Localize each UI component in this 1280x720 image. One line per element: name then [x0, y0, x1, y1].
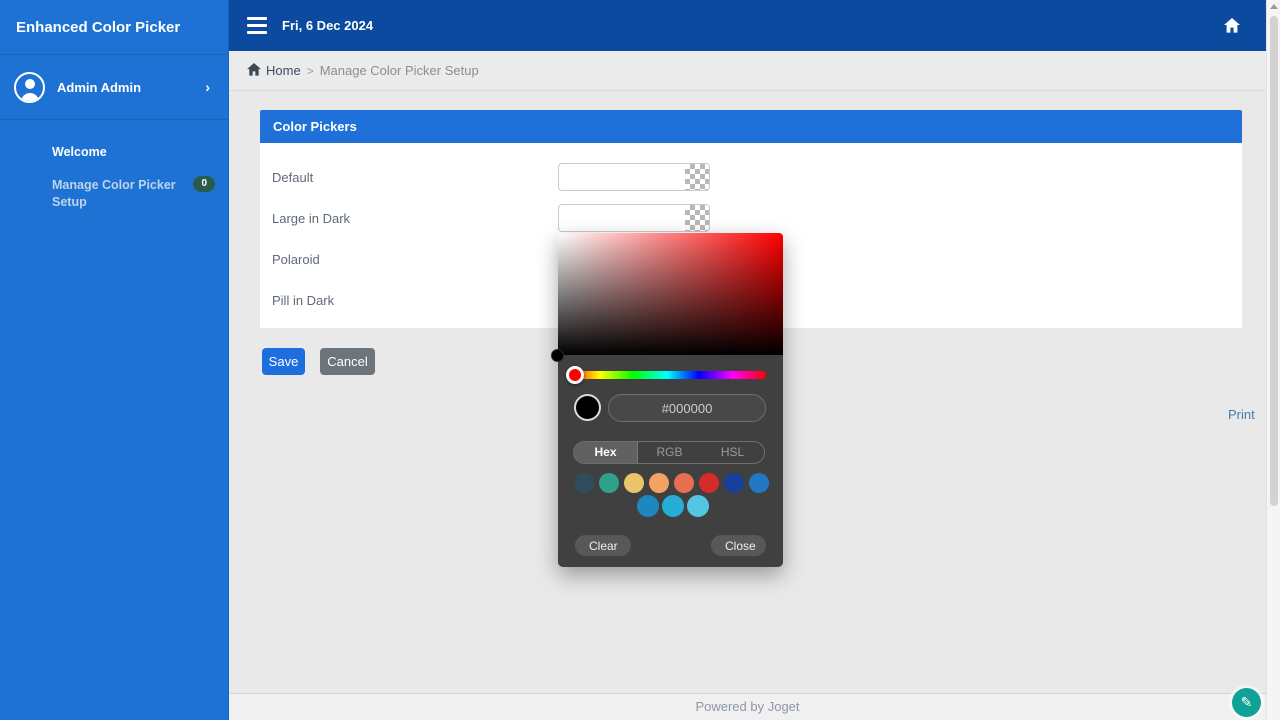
color-swatch[interactable] [662, 495, 684, 517]
color-swatch[interactable] [637, 495, 659, 517]
swatch-row [574, 473, 769, 493]
tab-rgb[interactable]: RGB [638, 442, 701, 463]
powered-by-text: Powered by Joget [695, 699, 799, 714]
current-date: Fri, 6 Dec 2024 [282, 18, 373, 33]
sidebar: Enhanced Color Picker Admin Admin › Welc… [0, 0, 229, 720]
top-bar: Fri, 6 Dec 2024 [229, 0, 1266, 51]
color-swatch[interactable] [687, 495, 709, 517]
transparency-checker-icon [685, 164, 709, 190]
avatar-body [21, 93, 39, 103]
hex-value-input[interactable] [608, 394, 766, 422]
cancel-button[interactable]: Cancel [320, 348, 375, 375]
color-swatch[interactable] [599, 473, 619, 493]
clear-button[interactable]: Clear [575, 535, 631, 556]
color-swatch[interactable] [574, 473, 594, 493]
user-name: Admin Admin [57, 80, 205, 95]
scroll-up-arrow-icon[interactable] [1270, 4, 1278, 9]
sidebar-item-welcome[interactable]: Welcome [0, 136, 228, 168]
save-button[interactable]: Save [262, 348, 305, 375]
color-input-default[interactable] [558, 163, 710, 191]
scrollbar-thumb[interactable] [1270, 16, 1278, 506]
hue-slider-handle[interactable] [566, 366, 584, 384]
saturation-area[interactable] [558, 233, 783, 355]
count-badge: 0 [193, 176, 215, 192]
breadcrumb-home-icon [247, 63, 261, 78]
breadcrumb-separator: > [307, 64, 314, 78]
breadcrumb: Home > Manage Color Picker Setup [229, 51, 1266, 91]
saturation-handle[interactable] [551, 349, 564, 362]
avatar-head [25, 79, 35, 89]
current-color-preview [574, 394, 601, 421]
sidebar-item-label: Manage Color Picker Setup [52, 178, 176, 209]
color-input-large-in-dark[interactable] [558, 204, 710, 232]
sidebar-item-manage-color-picker-setup[interactable]: Manage Color Picker Setup 0 [0, 168, 228, 220]
breadcrumb-home-link[interactable]: Home [266, 63, 301, 78]
chevron-right-icon: › [205, 79, 214, 95]
color-swatch[interactable] [624, 473, 644, 493]
color-swatch[interactable] [649, 473, 669, 493]
color-swatch[interactable] [749, 473, 769, 493]
vertical-scrollbar[interactable] [1266, 0, 1280, 720]
color-mode-tabs: Hex RGB HSL [573, 441, 765, 464]
menu-icon[interactable] [247, 17, 267, 34]
edit-fab[interactable]: ✎ [1232, 688, 1261, 717]
color-swatch[interactable] [724, 473, 744, 493]
user-avatar-icon [14, 72, 45, 103]
app-title: Enhanced Color Picker [0, 0, 228, 55]
home-icon[interactable] [1224, 18, 1240, 33]
print-link[interactable]: Print [1228, 407, 1255, 422]
sidebar-user-menu[interactable]: Admin Admin › [0, 55, 228, 120]
color-swatch[interactable] [674, 473, 694, 493]
color-swatch[interactable] [699, 473, 719, 493]
field-label-pill-in-dark: Pill in Dark [272, 293, 334, 308]
tab-hsl[interactable]: HSL [701, 442, 764, 463]
panel-title: Color Pickers [260, 110, 1242, 143]
breadcrumb-current: Manage Color Picker Setup [320, 63, 479, 78]
field-label-large-in-dark: Large in Dark [272, 211, 350, 226]
sidebar-menu: Welcome Manage Color Picker Setup 0 [0, 120, 228, 220]
sidebar-item-label: Welcome [52, 145, 107, 159]
field-label-default: Default [272, 170, 313, 185]
footer: Powered by Joget [229, 693, 1266, 720]
color-picker-popup: Hex RGB HSL Clear Close [558, 233, 783, 567]
close-button[interactable]: Close [711, 535, 766, 556]
swatch-row [637, 495, 709, 517]
field-label-polaroid: Polaroid [272, 252, 320, 267]
transparency-checker-icon [685, 205, 709, 231]
hue-slider[interactable] [568, 371, 766, 379]
pencil-icon: ✎ [1241, 695, 1253, 709]
tab-hex[interactable]: Hex [574, 442, 638, 463]
